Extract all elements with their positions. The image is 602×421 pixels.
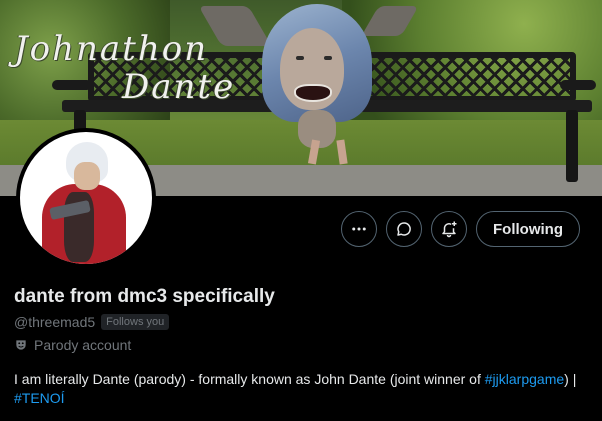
banner-title-line2: Dante: [122, 67, 236, 107]
handle-row: @threemad5 Follows you: [14, 314, 170, 330]
creature-mouth: [294, 84, 332, 102]
display-name: dante from dmc3 specifically: [14, 286, 275, 307]
profile-avatar[interactable]: [16, 128, 156, 268]
theater-mask-icon: [16, 340, 26, 350]
banner-creature: [198, 0, 419, 168]
hashtag-link[interactable]: #jjklarpgame: [485, 371, 564, 387]
banner-title-line1: Johnathon: [14, 29, 209, 69]
bio-text: I am literally Dante (parody) - formally…: [14, 371, 481, 387]
bench-leg: [566, 110, 578, 182]
more-horizontal-icon: [352, 227, 366, 231]
bench-armrest-right: [560, 80, 596, 90]
message-button[interactable]: [386, 211, 423, 247]
profile-actions: Following: [341, 211, 580, 247]
parody-label-row[interactable]: Parody account: [14, 337, 131, 353]
following-button[interactable]: Following: [476, 211, 580, 247]
hashtag-link[interactable]: #TENOÍ: [14, 390, 65, 406]
creature-leg: [336, 139, 348, 165]
avatar-face: [74, 162, 100, 190]
banner-title: Johnathon Dante: [14, 30, 235, 106]
creature-eye: [324, 56, 332, 60]
notifications-button[interactable]: [431, 211, 468, 247]
message-bubble-icon: [397, 222, 411, 236]
parody-account-label: Parody account: [34, 337, 132, 353]
more-button[interactable]: [341, 211, 378, 247]
creature-eye: [296, 56, 304, 60]
avatar-image: [20, 132, 152, 264]
username-handle: @threemad5: [14, 314, 96, 330]
profile-bio: I am literally Dante (parody) - formally…: [14, 370, 589, 408]
bell-plus-icon: [442, 221, 457, 238]
follows-you-badge: Follows you: [101, 314, 170, 330]
bio-text: ) |: [564, 371, 577, 387]
